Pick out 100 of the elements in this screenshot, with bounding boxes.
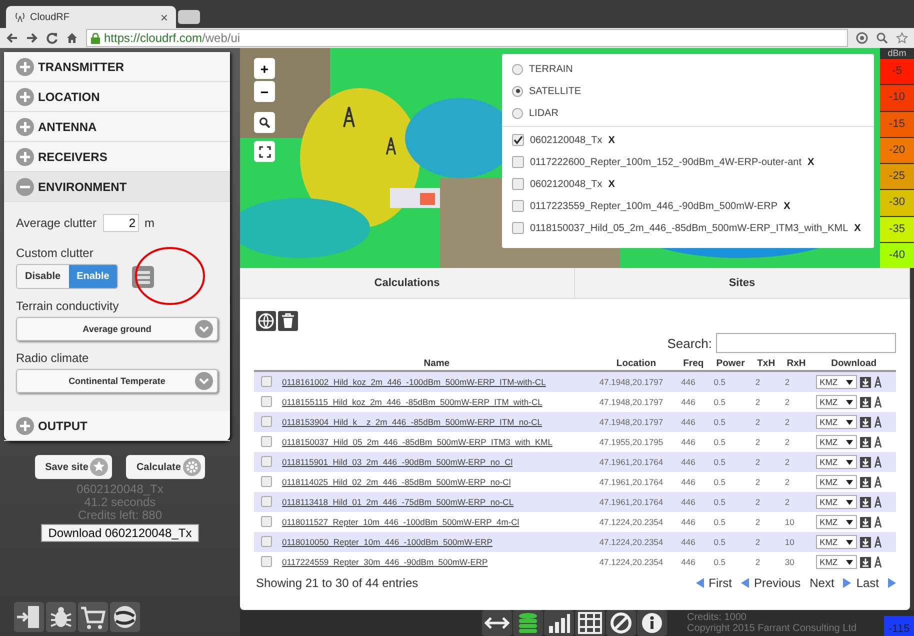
cart-icon[interactable] [78,602,108,632]
checkbox[interactable] [512,178,524,190]
forward-icon[interactable] [26,32,38,44]
format-dropdown[interactable]: KMZ [816,535,857,549]
remove-button[interactable]: X [784,200,790,212]
checkbox[interactable] [260,516,272,526]
trash-icon[interactable] [278,311,298,331]
download-icon[interactable] [860,496,871,508]
list-icon[interactable] [132,266,154,288]
tower-icon[interactable] [874,416,882,428]
tower-icon[interactable] [874,456,882,468]
layer-option[interactable]: SATELLITE [512,80,864,102]
checkbox[interactable] [260,396,272,406]
new-tab-button[interactable] [178,10,200,24]
calculate-button[interactable]: Calculate [126,455,205,479]
download-icon[interactable] [860,396,871,408]
tower-icon[interactable] [874,376,882,388]
search-button[interactable] [254,112,275,133]
save-site-button[interactable]: Save site [35,455,112,479]
exit-door-icon[interactable] [14,602,44,632]
calculation-link[interactable]: 0118150037_Hild_05_2m_446_-85dBm_500mW-ERP_ITM3_with_KML [282,437,552,447]
accordion-header[interactable]: OUTPUT [4,411,230,441]
globe-icon[interactable] [256,311,276,331]
checkbox[interactable] [512,156,524,168]
accordion-header[interactable]: ANTENNA [4,112,230,142]
browser-tab[interactable]: CloudRF × [6,6,176,28]
zoom-button[interactable]: − [254,81,275,102]
format-dropdown[interactable]: KMZ [816,515,857,529]
format-dropdown[interactable]: KMZ [816,435,857,449]
format-dropdown[interactable]: KMZ [816,375,857,389]
layer-option[interactable]: LIDAR [512,102,864,124]
remove-button[interactable]: X [854,222,861,234]
checkbox[interactable] [512,134,524,146]
tower-icon[interactable] [874,396,882,408]
download-icon[interactable] [860,436,871,448]
calculation-link[interactable]: 0118155115_Hild_koz_2m_446_-85dBm_500mW-ERP_ITM_with-CL [282,397,542,407]
calculation-link[interactable]: 0117224559_Repter_30m_446_-90dBm_500mW-ERP [282,557,488,567]
tower-icon[interactable] [874,496,882,508]
format-dropdown[interactable]: KMZ [816,415,857,429]
tower-icon[interactable] [874,516,882,528]
dropdown[interactable]: Average ground [16,317,218,341]
database-icon[interactable] [513,610,543,636]
address-bar[interactable]: https://cloudrf.com/web/ui [86,29,848,47]
tower-icon[interactable] [874,536,882,548]
tower-icon[interactable] [874,556,882,568]
checkbox[interactable] [260,416,272,426]
layer-option[interactable]: TERRAIN [512,58,864,80]
signal-bars-icon[interactable] [544,610,574,636]
toggle-option[interactable]: Enable [68,265,118,288]
format-dropdown[interactable]: KMZ [816,495,857,509]
horizontal-arrows-icon[interactable] [482,610,512,636]
format-dropdown[interactable]: KMZ [816,475,857,489]
grid-icon[interactable] [575,610,605,636]
accordion-header[interactable]: TRANSMITTER [4,52,230,82]
input-field[interactable]: 2 [102,214,138,232]
reload-icon[interactable] [46,32,58,44]
checkbox[interactable] [260,536,272,546]
remove-button[interactable]: X [608,134,615,146]
checkbox[interactable] [512,222,524,234]
download-button[interactable]: Download 0602120048_Tx [41,524,199,542]
remove-button[interactable]: X [807,156,814,168]
back-icon[interactable] [6,32,18,44]
download-icon[interactable] [860,416,871,428]
download-icon[interactable] [860,456,871,468]
format-dropdown[interactable]: KMZ [816,555,857,569]
checkbox[interactable] [260,456,272,466]
search-field[interactable] [716,333,896,353]
calculation-link[interactable]: 0118011527_Repter_10m_446_-100dBm_500mW-ERP_4m-Cl [282,517,520,527]
accordion-header[interactable]: ENVIRONMENT [4,172,230,202]
remove-button[interactable]: X [608,178,615,190]
download-icon[interactable] [860,556,871,568]
tower-icon[interactable] [874,476,882,488]
checkbox[interactable] [260,496,272,506]
toggle-option[interactable]: Disable [17,265,69,288]
accordion-header[interactable]: LOCATION [4,82,230,112]
tab[interactable]: Calculations [240,268,575,298]
checkbox[interactable] [260,376,272,386]
globe-icon[interactable] [110,602,140,632]
info-icon[interactable] [637,610,667,636]
tower-icon[interactable] [874,436,882,448]
zoom-button[interactable]: + [254,58,275,79]
download-icon[interactable] [860,516,871,528]
no-entry-icon[interactable] [606,610,636,636]
pager-link[interactable]: First [708,576,732,590]
download-icon[interactable] [860,536,871,548]
download-icon[interactable] [860,476,871,488]
location-icon[interactable] [856,32,868,44]
zoom-icon[interactable] [876,32,888,44]
pager-link[interactable]: Next [810,576,834,590]
home-icon[interactable] [66,32,78,44]
download-icon[interactable] [860,376,871,388]
fullscreen-button[interactable] [254,141,275,162]
close-tab-button[interactable]: × [160,10,168,24]
checkbox[interactable] [260,556,272,566]
checkbox[interactable] [260,436,272,446]
checkbox[interactable] [260,476,272,486]
pager-link[interactable]: Previous [754,576,801,590]
tab[interactable]: Sites [575,268,910,298]
bug-icon[interactable] [46,602,76,632]
format-dropdown[interactable]: KMZ [816,455,857,469]
